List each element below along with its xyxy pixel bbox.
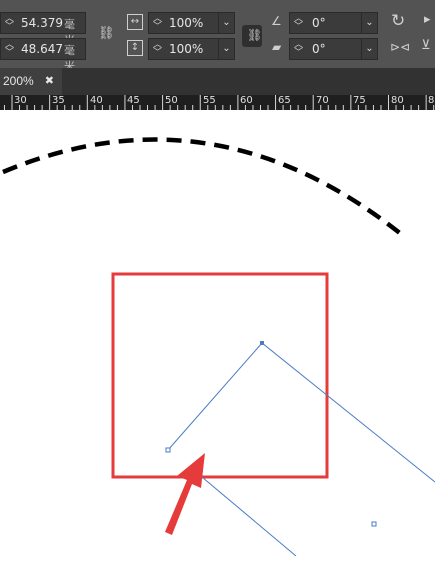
chain-unlinked-icon[interactable]: ⛓ <box>98 26 115 41</box>
ruler-label: 60 <box>240 95 253 106</box>
x-stepper-icon[interactable]: ︿ ﹀ <box>5 15 14 32</box>
x-position-value: 54.379 <box>21 16 63 30</box>
ruler-label: 70 <box>316 95 329 106</box>
ruler-label: 55 <box>203 95 216 106</box>
width-scale-icon: ↔ <box>127 14 143 30</box>
anchor-point[interactable] <box>371 521 377 527</box>
scale-y-value: 100% <box>169 42 204 56</box>
ruler-label: 80 <box>391 95 404 106</box>
anchor-point[interactable] <box>165 447 171 453</box>
selected-path[interactable] <box>167 342 435 483</box>
shear-icon: ▰ <box>272 40 282 54</box>
tab-zoom-label: 200% <box>3 74 34 88</box>
more-icon[interactable]: ▸ <box>424 12 431 27</box>
ruler-ticks <box>3 95 435 110</box>
ruler-label: 30 <box>14 95 27 106</box>
chevron-down-icon[interactable]: ⌄ <box>361 39 377 59</box>
canvas-artwork <box>2 137 435 557</box>
close-icon[interactable]: ✖ <box>45 68 54 95</box>
scale-y-field[interactable]: ︿ ﹀ 100% ⌄ <box>148 38 235 60</box>
ruler-label: 40 <box>90 95 103 106</box>
ruler-label: 8 <box>428 95 435 106</box>
link-icon: ⛓ <box>247 28 263 42</box>
document-tab[interactable]: 200% ✖ <box>0 68 62 95</box>
rotate-stepper-icon[interactable]: ︿ ﹀ <box>294 15 303 32</box>
constrain-proportions-button[interactable]: ⛓ <box>242 25 262 47</box>
ruler-label: 45 <box>127 95 140 106</box>
rotate-clockwise-icon[interactable]: ↻ <box>391 11 405 31</box>
pointer-arrow <box>165 453 205 535</box>
chevron-down-icon[interactable]: ⌄ <box>218 39 234 59</box>
x-position-field[interactable]: ︿﹀ 54.379 毫米 <box>0 12 86 47</box>
control-panel: ︿﹀ 54.379 毫米 ︿﹀ 48.647 毫米 ⛓ ↔ ︿﹀ 100% ⌄ … <box>0 0 435 73</box>
artboard-canvas[interactable] <box>0 110 435 557</box>
scale-x-value: 100% <box>169 16 204 30</box>
dashed-arc[interactable] <box>2 137 408 240</box>
flip-horizontal-icon[interactable]: ⊳⊲ <box>390 40 410 54</box>
chevron-down-icon[interactable]: ⌄ <box>218 13 234 33</box>
ruler-label: 35 <box>52 95 65 106</box>
anchor-point[interactable] <box>260 341 264 345</box>
height-scale-icon: ↕ <box>127 40 143 56</box>
chevron-down-icon[interactable]: ⌄ <box>361 13 377 33</box>
shear-angle-value: 0° <box>312 42 326 56</box>
ruler-label: 75 <box>353 95 366 106</box>
document-tab-bar: 200% ✖ <box>0 68 435 95</box>
ruler-label: 50 <box>165 95 178 106</box>
shear-stepper-icon[interactable]: ︿ ﹀ <box>294 41 303 58</box>
scale-y-stepper-icon[interactable]: ︿ ﹀ <box>153 41 162 58</box>
flip-vertical-icon[interactable]: ⊻ <box>421 38 431 53</box>
y-position-value: 48.647 <box>21 42 63 56</box>
y-stepper-icon[interactable]: ︿ ﹀ <box>5 41 14 58</box>
scale-x-field[interactable]: ︿ ﹀ 100% ⌄ <box>148 12 235 34</box>
highlight-box <box>111 272 329 479</box>
rotate-icon: ∠ <box>271 14 282 28</box>
rotate-angle-field[interactable]: ︿ ﹀ 0° ⌄ <box>289 12 378 34</box>
selected-path-lower[interactable] <box>195 471 297 557</box>
rotate-angle-value: 0° <box>312 16 326 30</box>
y-position-field[interactable]: ︿ ﹀ 48.647 毫米 <box>0 38 86 73</box>
ruler-label: 65 <box>278 95 291 106</box>
shear-angle-field[interactable]: ︿ ﹀ 0° ⌄ <box>289 38 378 60</box>
horizontal-ruler[interactable]: 30 35 40 45 50 55 60 65 70 75 80 8 <box>0 95 435 110</box>
scale-x-stepper-icon[interactable]: ︿ ﹀ <box>153 15 162 32</box>
